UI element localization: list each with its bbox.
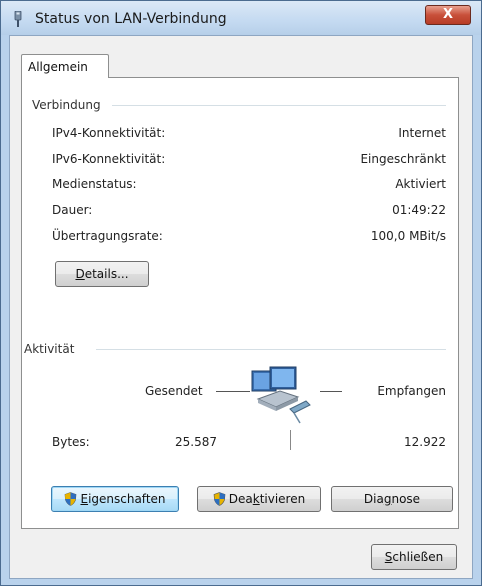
group-divider: [96, 349, 446, 350]
title-bar[interactable]: Status von LAN-Verbindung X: [1, 1, 481, 35]
dialog-client: Allgemein Verbindung IPv4-Konnektivität:…: [9, 35, 473, 579]
sent-label: Gesendet: [145, 384, 203, 398]
transfer-rate-value: 100,0 MBit/s: [370, 229, 446, 243]
tab-allgemein[interactable]: Allgemein: [21, 54, 109, 78]
bytes-label: Bytes:: [52, 435, 90, 449]
media-status-label: Medienstatus:: [52, 177, 137, 191]
close-icon: X: [442, 7, 454, 22]
bytes-sent-value: 25.587: [175, 435, 217, 449]
deactivate-button[interactable]: Deaktivieren: [197, 486, 321, 512]
activity-group-label: Aktivität: [24, 342, 79, 356]
window-title: Status von LAN-Verbindung: [35, 11, 227, 27]
bytes-received-value: 12.922: [404, 435, 446, 449]
ipv6-label: IPv6-Konnektivität:: [52, 152, 166, 166]
ipv4-label: IPv4-Konnektivität:: [52, 126, 166, 140]
transfer-rate-label: Übertragungsrate:: [52, 229, 163, 243]
sent-line: [216, 391, 250, 392]
ipv4-value: Internet: [398, 126, 446, 140]
tab-label: Allgemein: [28, 60, 88, 74]
network-plug-icon: [14, 11, 22, 27]
group-divider: [112, 105, 446, 106]
status-window: Status von LAN-Verbindung X Allgemein Ve…: [0, 0, 482, 586]
received-label: Empfangen: [377, 384, 446, 398]
details-button[interactable]: Details...: [55, 261, 149, 287]
uac-shield-icon: [65, 491, 77, 506]
diagnose-button[interactable]: Diagnose: [331, 486, 453, 512]
duration-value: 01:49:22: [392, 203, 446, 217]
media-status-value: Aktiviert: [395, 177, 446, 191]
ipv6-value: Eingeschränkt: [360, 152, 446, 166]
network-computers-icon: [251, 366, 311, 424]
duration-label: Dauer:: [52, 203, 93, 217]
properties-button[interactable]: Eigenschaften: [51, 486, 179, 512]
close-window-button[interactable]: X: [425, 5, 471, 25]
close-button[interactable]: Schließen: [371, 544, 457, 570]
tab-panel: Verbindung IPv4-Konnektivität: Internet …: [21, 77, 459, 529]
received-line: [320, 391, 342, 392]
activity-separator: [290, 430, 291, 450]
uac-shield-icon: [213, 491, 226, 506]
connection-group-label: Verbindung: [32, 98, 105, 112]
